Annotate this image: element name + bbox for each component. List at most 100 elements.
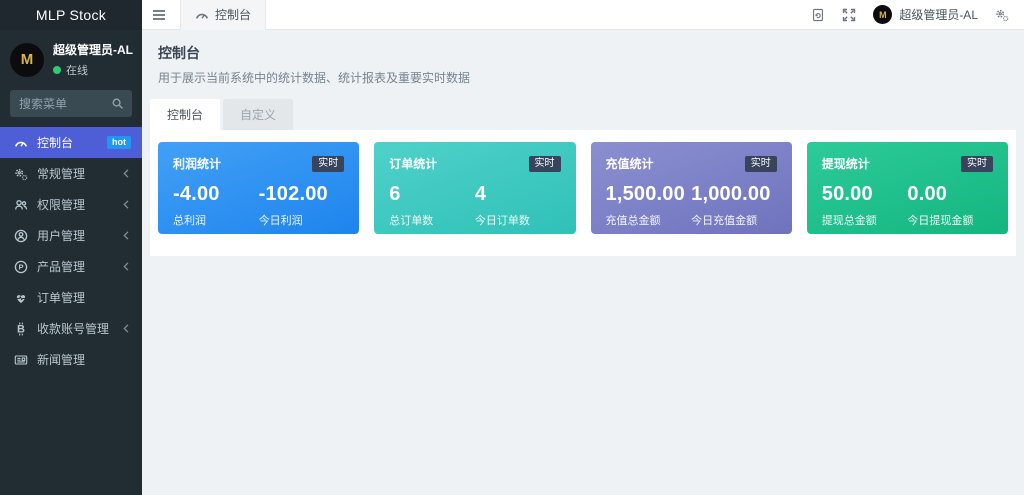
sidebar-item-general[interactable]: 常规管理 bbox=[0, 158, 142, 189]
user-status: 在线 bbox=[53, 62, 133, 78]
hamburger-menu-icon[interactable] bbox=[142, 9, 176, 21]
sidebar-item-orders[interactable]: 订单管理 bbox=[0, 282, 142, 313]
card-header: 充值统计 实时 bbox=[606, 155, 777, 172]
stat-item: 6 总订单数 bbox=[389, 183, 475, 228]
sidebar-item-label: 产品管理 bbox=[37, 260, 86, 274]
realtime-badge: 实时 bbox=[744, 155, 777, 172]
sidebar-item-label: 新闻管理 bbox=[37, 353, 86, 367]
topbar-tab-label: 控制台 bbox=[215, 8, 252, 22]
card-title: 充值统计 bbox=[605, 157, 654, 171]
user-icon bbox=[14, 229, 28, 243]
content-tabs: 控制台 自定义 bbox=[142, 99, 1024, 130]
stat-item: 1,000.00 今日充值金额 bbox=[691, 183, 777, 228]
sidebar-item-users[interactable]: 用户管理 bbox=[0, 220, 142, 251]
sidebar-search bbox=[10, 90, 132, 117]
stat-value: 0.00 bbox=[907, 183, 948, 205]
sidebar-item-products[interactable]: P 产品管理 bbox=[0, 251, 142, 282]
card-recharge-stats: 充值统计 实时 1,500.00 充值总金额 1,000.00 今日充值金额 bbox=[590, 142, 792, 234]
stat-item: 4 今日订单数 bbox=[475, 183, 561, 228]
page-title: 控制台 bbox=[158, 45, 200, 61]
user-name: 超级管理员-AL bbox=[53, 43, 133, 57]
newspaper-icon bbox=[14, 353, 28, 367]
svg-text:B: B bbox=[17, 323, 25, 335]
card-header: 提现统计 实时 bbox=[822, 155, 993, 172]
tab-custom[interactable]: 自定义 bbox=[223, 99, 294, 130]
stat-value: -4.00 bbox=[173, 183, 220, 205]
main-area: 控制台 M 超级管理员-AL 控制台 用于展示当前系统中的统计数据、统计报表及重… bbox=[142, 0, 1024, 495]
sidebar-item-news[interactable]: 新闻管理 bbox=[0, 344, 142, 375]
product-icon: P bbox=[14, 260, 28, 274]
stat-label: 今日提现金额 bbox=[907, 215, 974, 227]
sidebar-item-label: 订单管理 bbox=[37, 291, 86, 305]
stat-value: 1,500.00 bbox=[605, 183, 685, 205]
stat-item: -4.00 总利润 bbox=[173, 183, 259, 228]
realtime-badge: 实时 bbox=[528, 155, 561, 172]
card-header: 订单统计 实时 bbox=[389, 155, 561, 172]
stat-item: 50.00 提现总金额 bbox=[822, 183, 908, 228]
brand-title: MLP Stock bbox=[0, 0, 142, 30]
stat-label: 总利润 bbox=[173, 215, 206, 227]
topbar-right: M 超级管理员-AL bbox=[811, 5, 1024, 24]
sidebar-item-label: 控制台 bbox=[37, 136, 74, 150]
card-stats: -4.00 总利润 -102.00 今日利润 bbox=[173, 183, 344, 228]
card-profit-stats: 利润统计 实时 -4.00 总利润 -102.00 今日利润 bbox=[158, 142, 360, 234]
sidebar-item-payment-accounts[interactable]: B 收款账号管理 bbox=[0, 313, 142, 344]
sidebar-item-label: 收款账号管理 bbox=[37, 322, 110, 336]
stat-value: 1,000.00 bbox=[691, 183, 771, 205]
chevron-left-icon bbox=[122, 261, 131, 272]
card-stats: 6 总订单数 4 今日订单数 bbox=[389, 183, 560, 228]
card-title: 提现统计 bbox=[821, 157, 870, 171]
card-order-stats: 订单统计 实时 6 总订单数 4 今日订单数 bbox=[374, 142, 576, 234]
stat-label: 总订单数 bbox=[389, 215, 434, 227]
sidebar-item-label: 常规管理 bbox=[37, 167, 86, 181]
tachometer-icon bbox=[14, 136, 28, 150]
users-icon bbox=[14, 198, 28, 212]
refresh-icon[interactable] bbox=[811, 8, 825, 22]
tab-dashboard[interactable]: 控制台 bbox=[150, 99, 221, 130]
stat-item: 0.00 今日提现金额 bbox=[907, 183, 993, 228]
settings-icon[interactable] bbox=[995, 8, 1009, 22]
sidebar-item-label: 权限管理 bbox=[37, 198, 86, 212]
stat-value: 50.00 bbox=[821, 183, 873, 205]
card-header: 利润统计 实时 bbox=[173, 155, 345, 172]
page-subtitle: 用于展示当前系统中的统计数据、统计报表及重要实时数据 bbox=[158, 71, 471, 85]
fullscreen-icon[interactable] bbox=[842, 8, 856, 22]
topbar-user-name: 超级管理员-AL bbox=[899, 8, 978, 22]
content-area: 控制台 用于展示当前系统中的统计数据、统计报表及重要实时数据 控制台 自定义 利… bbox=[142, 30, 1024, 495]
stat-label: 今日利润 bbox=[258, 215, 303, 227]
realtime-badge: 实时 bbox=[312, 155, 345, 172]
stat-label: 提现总金额 bbox=[821, 215, 877, 227]
heartbeat-icon bbox=[14, 291, 28, 305]
tachometer-icon bbox=[195, 8, 209, 22]
stat-value: -102.00 bbox=[258, 183, 328, 205]
sidebar-item-dashboard[interactable]: 控制台 hot bbox=[0, 127, 142, 158]
card-title: 利润统计 bbox=[173, 157, 222, 171]
topbar-tab-dashboard[interactable]: 控制台 bbox=[180, 0, 267, 30]
stat-item: 1,500.00 充值总金额 bbox=[606, 183, 692, 228]
avatar: M bbox=[873, 5, 893, 24]
online-dot bbox=[53, 66, 61, 74]
sidebar-item-label: 用户管理 bbox=[37, 229, 86, 243]
search-icon[interactable] bbox=[111, 97, 124, 110]
card-stats: 50.00 提现总金额 0.00 今日提现金额 bbox=[822, 183, 993, 228]
topbar-user-menu[interactable]: M 超级管理员-AL bbox=[873, 5, 978, 24]
avatar-letter: M bbox=[20, 51, 34, 68]
avatar-letter: M bbox=[879, 9, 887, 20]
stat-label: 今日订单数 bbox=[474, 215, 530, 227]
user-status-label: 在线 bbox=[66, 65, 88, 77]
stat-label: 今日充值金额 bbox=[691, 215, 758, 227]
stat-value: 4 bbox=[474, 183, 487, 205]
card-stats: 1,500.00 充值总金额 1,000.00 今日充值金额 bbox=[606, 183, 777, 228]
page-head: 控制台 用于展示当前系统中的统计数据、统计报表及重要实时数据 bbox=[142, 30, 1024, 86]
card-withdraw-stats: 提现统计 实时 50.00 提现总金额 0.00 今日提现金额 bbox=[806, 142, 1008, 234]
svg-text:P: P bbox=[18, 262, 23, 271]
sidebar-item-permissions[interactable]: 权限管理 bbox=[0, 189, 142, 220]
cogs-icon bbox=[14, 167, 28, 181]
bitcoin-icon: B bbox=[14, 322, 28, 336]
realtime-badge: 实时 bbox=[961, 155, 993, 172]
card-title: 订单统计 bbox=[389, 157, 438, 171]
user-info: 超级管理员-AL 在线 bbox=[53, 41, 133, 78]
stat-item: -102.00 今日利润 bbox=[259, 183, 345, 228]
hot-badge: hot bbox=[107, 136, 131, 149]
chevron-left-icon bbox=[122, 199, 131, 210]
